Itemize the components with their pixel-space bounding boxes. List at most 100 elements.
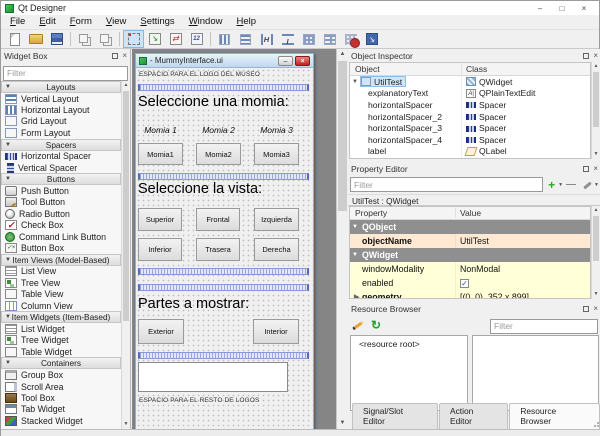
resize-grip[interactable]	[592, 420, 600, 428]
tab-action-editor[interactable]: Action Editor	[439, 403, 508, 429]
scroll-down-icon[interactable]: ▼	[592, 150, 600, 159]
widget-horizontal-spacer[interactable]: Horizontal Spacer	[1, 151, 121, 162]
save-form-button[interactable]	[46, 30, 67, 48]
widget-check-box[interactable]: Check Box	[1, 220, 121, 231]
tree-row-explanatorytext[interactable]: explanatoryText QPlainTextEdit	[350, 88, 590, 100]
form-canvas[interactable]: ESPACIO PARA EL LOGO DEL MUSEO Seleccion…	[136, 68, 313, 429]
menu-settings[interactable]: Settings	[133, 15, 181, 29]
horizontal-spacer-widget[interactable]	[138, 268, 309, 275]
widget-box-scrollbar[interactable]: ▲ ▼	[121, 81, 130, 429]
property-objectname[interactable]: objectName UtilTest	[350, 234, 590, 248]
widget-column-view[interactable]: Column View	[1, 300, 121, 311]
tree-row-horizontalspacer[interactable]: horizontalSpacer Spacer	[350, 99, 590, 111]
scrollbar-thumb[interactable]	[593, 72, 599, 127]
reload-resources-icon[interactable]: ↻	[371, 319, 381, 331]
float-panel-icon[interactable]	[112, 53, 118, 59]
widget-table-widget[interactable]: Table Widget	[1, 346, 121, 357]
widget-tool-box[interactable]: Tool Box	[1, 392, 121, 403]
tree-row-horizontalspacer2[interactable]: horizontalSpacer_2 Spacer	[350, 111, 590, 123]
frontal-button[interactable]: Frontal	[196, 208, 240, 231]
property-editor-scrollbar[interactable]: ▲ ▼	[591, 206, 600, 299]
widget-box-filter-input[interactable]	[3, 66, 128, 81]
object-inspector-scrollbar[interactable]: ▲ ▼	[591, 62, 600, 159]
tree-row-label[interactable]: label QLabel	[350, 146, 590, 158]
menu-edit[interactable]: Edit	[32, 15, 62, 29]
tab-signal-slot-editor[interactable]: Signal/Slot Editor	[352, 403, 438, 429]
menu-form[interactable]: Form	[63, 15, 99, 29]
chevron-right-icon[interactable]: ▶	[354, 293, 360, 299]
layout-grid-button[interactable]	[298, 30, 319, 48]
edit-signals-slots-button[interactable]	[144, 30, 165, 48]
tree-row-horizontalspacer3[interactable]: horizontalSpacer_3 Spacer	[350, 122, 590, 134]
menu-window[interactable]: Window	[182, 15, 230, 29]
configure-property-editor-icon[interactable]	[581, 179, 593, 191]
property-enabled[interactable]: enabled	[350, 276, 590, 290]
geometry-value[interactable]: [(0, 0), 352 x 899]	[456, 290, 590, 299]
scroll-down-icon[interactable]: ▼	[122, 420, 130, 429]
form-window[interactable]: - MummyInterface.ui – × ESPACIO PARA EL …	[135, 53, 314, 429]
explanatory-text-edit[interactable]	[138, 362, 288, 392]
tree-row-labelrow1[interactable]: labelRow1 QLabel	[350, 157, 590, 159]
send-to-back-button[interactable]	[95, 30, 116, 48]
bring-to-front-button[interactable]	[74, 30, 95, 48]
objectname-value[interactable]: UtilTest	[456, 234, 590, 248]
section-layouts[interactable]: ▼Layouts	[1, 81, 121, 93]
layout-horizontally-button[interactable]	[214, 30, 235, 48]
widget-tool-button[interactable]: Tool Button	[1, 197, 121, 208]
scroll-up-icon[interactable]: ▲	[592, 62, 600, 71]
enabled-checkbox[interactable]	[460, 279, 469, 288]
property-geometry[interactable]: ▶geometry [(0, 0), 352 x 899]	[350, 290, 590, 299]
izquierda-button[interactable]: Izquierda	[254, 208, 299, 231]
break-layout-button[interactable]	[340, 30, 361, 48]
widget-stacked-widget[interactable]: Stacked Widget	[1, 415, 121, 426]
add-dynamic-property-icon[interactable]: +	[548, 179, 555, 191]
horizontal-spacer-widget[interactable]	[138, 284, 309, 291]
widget-list-view[interactable]: List View	[1, 266, 121, 277]
trasera-button[interactable]: Trasera	[196, 238, 240, 261]
scroll-up-icon[interactable]: ▲	[122, 81, 130, 90]
column-object[interactable]: Object	[350, 64, 462, 74]
property-filter-input[interactable]	[350, 177, 543, 192]
adjust-size-button[interactable]	[361, 30, 382, 48]
column-value[interactable]: Value	[456, 208, 590, 218]
column-class[interactable]: Class	[462, 64, 590, 74]
widget-command-link-button[interactable]: Command Link Button	[1, 231, 121, 242]
layout-vertical-splitter-button[interactable]: I	[277, 30, 298, 48]
derecha-button[interactable]: Derecha	[254, 238, 299, 261]
menu-view[interactable]: View	[99, 15, 133, 29]
new-form-button[interactable]	[4, 30, 25, 48]
close-button[interactable]: ×	[573, 2, 595, 15]
menu-file[interactable]: File	[3, 15, 32, 29]
scroll-up-icon[interactable]: ▲	[592, 206, 600, 215]
scrollbar-thumb[interactable]	[593, 216, 599, 261]
widget-vertical-layout[interactable]: Vertical Layout	[1, 93, 121, 104]
scroll-down-icon[interactable]: ▼	[592, 290, 600, 299]
scrollbar-thumb[interactable]	[123, 91, 129, 321]
widget-push-button[interactable]: Push Button	[1, 185, 121, 196]
tab-resource-browser[interactable]: Resource Browser	[509, 403, 600, 429]
widget-button-box[interactable]: Button Box	[1, 242, 121, 253]
group-qobject[interactable]: ▼QObject	[350, 220, 590, 234]
layout-vertically-button[interactable]	[235, 30, 256, 48]
section-spacers[interactable]: ▼Spacers	[1, 139, 121, 151]
widget-vertical-spacer[interactable]: Vertical Spacer	[1, 162, 121, 173]
resource-contents[interactable]	[472, 335, 599, 411]
group-qwidget[interactable]: ▼QWidget	[350, 248, 590, 262]
interior-button[interactable]: Interior	[253, 319, 299, 344]
resource-root-item[interactable]: <resource root>	[359, 339, 420, 349]
column-property[interactable]: Property	[350, 208, 456, 218]
superior-button[interactable]: Superior	[138, 208, 182, 231]
widget-tree-view[interactable]: Tree View	[1, 277, 121, 288]
widget-table-view[interactable]: Table View	[1, 288, 121, 299]
widget-group-box[interactable]: Group Box	[1, 369, 121, 380]
float-panel-icon[interactable]	[583, 166, 589, 172]
widget-radio-button[interactable]: Radio Button	[1, 208, 121, 219]
horizontal-spacer-widget[interactable]	[138, 352, 309, 359]
scrollbar-thumb[interactable]	[338, 61, 347, 211]
minimize-button[interactable]: –	[529, 2, 551, 15]
widget-list-widget[interactable]: List Widget	[1, 323, 121, 334]
exterior-button[interactable]: Exterior	[138, 319, 184, 344]
resource-tree[interactable]: <resource root>	[350, 335, 468, 411]
momia3-button[interactable]: Momia3	[254, 143, 299, 165]
widget-tree-widget[interactable]: Tree Widget	[1, 335, 121, 346]
